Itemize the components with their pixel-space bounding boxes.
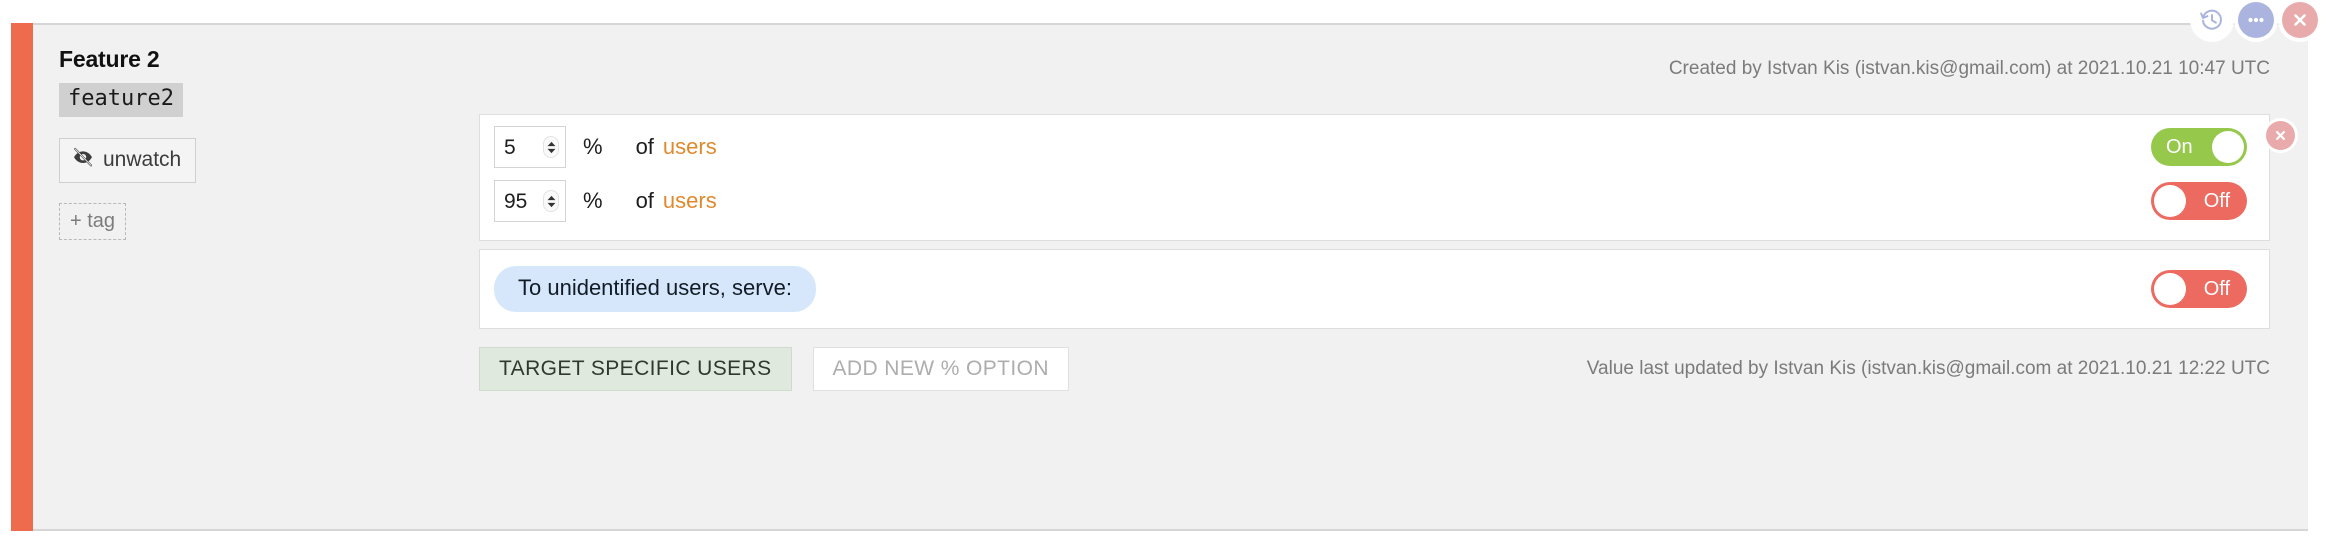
page-title: Feature 2 [59,46,160,72]
feature-status-bar [11,23,33,531]
toggle-knob [2154,273,2186,305]
percentage-rules-card: 5 % of users On 95 % of users Off [479,114,2270,241]
unidentified-users-chip: To unidentified users, serve: [494,266,816,312]
feature-footer: TARGET SPECIFIC USERS ADD NEW % OPTION V… [479,343,2270,395]
rule-toggle[interactable]: Off [2151,182,2247,220]
unidentified-users-toggle-label: Off [2203,278,2230,300]
feature-meta-column: Feature 2 feature2 unwatch + tag [59,46,479,240]
target-specific-users-button[interactable]: TARGET SPECIFIC USERS [479,347,792,391]
rule-of-label: of [635,188,654,213]
rule-toggle[interactable]: On [2151,128,2247,166]
percentage-stepper[interactable] [543,136,559,158]
rule-toggle-label: Off [2203,190,2230,212]
feature-panel-body: Feature 2 feature2 unwatch + tag Created… [33,25,2308,529]
feature-panel: Feature 2 feature2 unwatch + tag Created… [11,23,2308,531]
add-tag-button[interactable]: + tag [59,202,127,240]
percentage-value: 95 [504,189,528,213]
created-by-text: Created by Istvan Kis (istvan.kis@gmail.… [1668,58,2270,79]
toggle-knob [2212,131,2244,163]
percentage-rule-row: 5 % of users On [480,120,2269,174]
percentage-stepper[interactable] [543,190,559,212]
unwatch-label: unwatch [103,148,182,172]
unwatch-button[interactable]: unwatch [59,137,197,183]
percentage-input[interactable]: 5 [494,126,566,168]
add-new-percent-option-button[interactable]: ADD NEW % OPTION [812,347,1069,391]
percentage-value: 5 [504,135,516,159]
rule-target-link[interactable]: users [663,188,717,214]
percent-sign: % [583,188,603,213]
rule-of-label: of [635,134,654,159]
top-action-bar [2194,2,2318,38]
history-icon[interactable] [2194,2,2230,38]
toggle-knob [2154,185,2186,217]
eye-slash-icon [72,146,94,174]
percent-sign: % [583,134,603,159]
feature-key-badge: feature2 [59,83,183,117]
last-updated-text: Value last updated by Istvan Kis (istvan… [1586,358,2270,379]
rule-toggle-label: On [2166,136,2193,158]
unidentified-users-card: To unidentified users, serve: Off [479,249,2270,329]
percentage-rule-row: 95 % of users Off [480,174,2269,228]
unidentified-users-row: To unidentified users, serve: Off [480,250,2269,328]
rule-target-link[interactable]: users [663,134,717,160]
remove-rule-card-icon[interactable] [2266,121,2295,150]
close-icon[interactable] [2282,2,2318,38]
percentage-input[interactable]: 95 [494,180,566,222]
unidentified-users-toggle[interactable]: Off [2151,270,2247,308]
more-icon[interactable] [2238,2,2274,38]
